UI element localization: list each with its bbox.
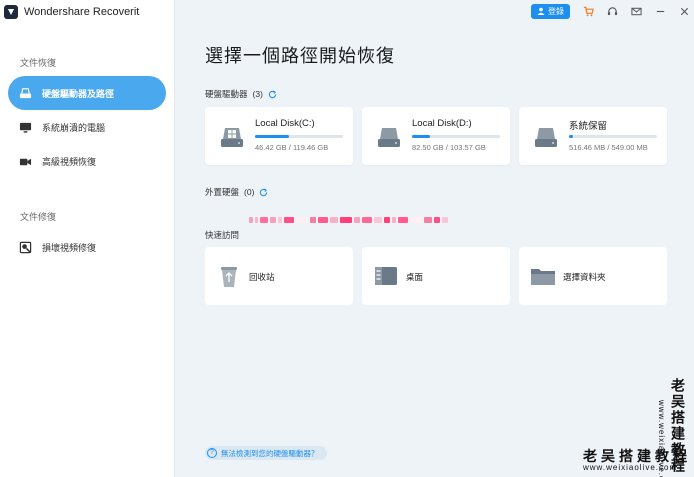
monitor-icon <box>18 120 32 134</box>
sidebar-item-drives-and-paths[interactable]: 硬盤驅動器及路徑 <box>8 76 166 110</box>
drive-size: 46.42 GB / 119.46 GB <box>255 143 329 152</box>
hard-drive-icon <box>18 86 32 100</box>
drive-usage-bar <box>255 135 343 138</box>
drive-size: 82.50 GB / 103.57 GB <box>412 143 486 152</box>
refresh-icon[interactable] <box>259 187 268 197</box>
quick-access-label: 回收站 <box>249 272 275 282</box>
app-title: Wondershare Recoverit <box>24 6 140 18</box>
app-title-bar: Wondershare Recoverit <box>4 4 139 20</box>
drive-card-d[interactable]: Local Disk(D:) 82.50 GB / 103.57 GB <box>362 107 510 165</box>
quick-access-recycle-bin[interactable]: 回收站 <box>205 247 353 305</box>
video-repair-icon <box>18 240 32 254</box>
sidebar-item-label: 損壞視頻修復 <box>42 242 97 253</box>
drives-count: (3) <box>252 89 263 99</box>
redacted-text-strip <box>249 212 448 228</box>
hard-drive-icon <box>535 128 557 147</box>
section-label-file-recovery: 文件恢復 <box>20 58 57 68</box>
drive-name: Local Disk(C:) <box>255 118 315 129</box>
windows-drive-icon <box>221 128 243 147</box>
quick-access-desktop[interactable]: 桌面 <box>362 247 510 305</box>
drives-section-header: 硬盤驅動器 (3) <box>205 88 277 100</box>
sidebar-item-label: 硬盤驅動器及路徑 <box>42 88 115 99</box>
recycle-bin-icon <box>221 267 237 287</box>
hard-drive-icon <box>378 128 400 147</box>
help-link-text: 無法檢測到您的硬盤驅動器？ <box>221 448 319 458</box>
section-label-file-repair: 文件修復 <box>20 212 57 222</box>
drive-card-c[interactable]: Local Disk(C:) 46.42 GB / 119.46 GB <box>205 107 353 165</box>
recoverit-logo-icon <box>4 5 18 19</box>
quick-access-select-folder[interactable]: 選擇資料夾 <box>519 247 667 305</box>
drive-usage-bar <box>412 135 500 138</box>
sidebar-item-crashed-computer[interactable]: 系統崩潰的電腦 <box>8 110 166 144</box>
question-icon: ? <box>207 448 217 458</box>
external-drives-count: (0) <box>244 187 255 197</box>
refresh-icon[interactable] <box>268 89 277 99</box>
drive-card-system-reserved[interactable]: 系統保留 516.46 MB / 549.00 MB <box>519 107 667 165</box>
sidebar-item-advanced-video-recovery[interactable]: 高級視頻恢復 <box>8 144 166 178</box>
page-title: 選擇一個路徑開始恢復 <box>205 46 395 66</box>
drive-usage-bar <box>569 135 657 138</box>
sidebar-item-label: 高級視頻恢復 <box>42 156 97 167</box>
main-panel: 選擇一個路徑開始恢復 硬盤驅動器 (3) Local Disk(C:) 46.4… <box>175 0 694 477</box>
drive-name: 系統保留 <box>569 121 608 132</box>
quick-access-label: 快速訪問 <box>205 230 240 240</box>
sidebar-item-label: 系統崩潰的電腦 <box>42 122 106 133</box>
drives-section-label: 硬盤驅動器 <box>205 89 248 99</box>
drive-not-detected-help-link[interactable]: ? 無法檢測到您的硬盤驅動器？ <box>205 446 327 460</box>
sidebar: Wondershare Recoverit 文件恢復 硬盤驅動器及路徑 系統崩潰… <box>0 0 175 477</box>
quick-access-label: 桌面 <box>406 272 424 282</box>
folder-icon <box>531 269 555 285</box>
watermark-horizontal-url: www.weixiaolive.com <box>583 463 678 472</box>
quick-access-label: 選擇資料夾 <box>563 272 606 282</box>
external-drives-label: 外置硬盤 <box>205 187 240 197</box>
desktop-icon <box>375 267 397 285</box>
quick-access-section-header: 快速訪問 <box>205 229 239 241</box>
external-drives-section-header: 外置硬盤 (0) <box>205 186 268 198</box>
drive-size: 516.46 MB / 549.00 MB <box>569 143 648 152</box>
sidebar-item-video-repair[interactable]: 損壞視頻修復 <box>8 230 166 264</box>
drive-name: Local Disk(D:) <box>412 118 472 129</box>
video-camera-icon <box>18 154 32 168</box>
